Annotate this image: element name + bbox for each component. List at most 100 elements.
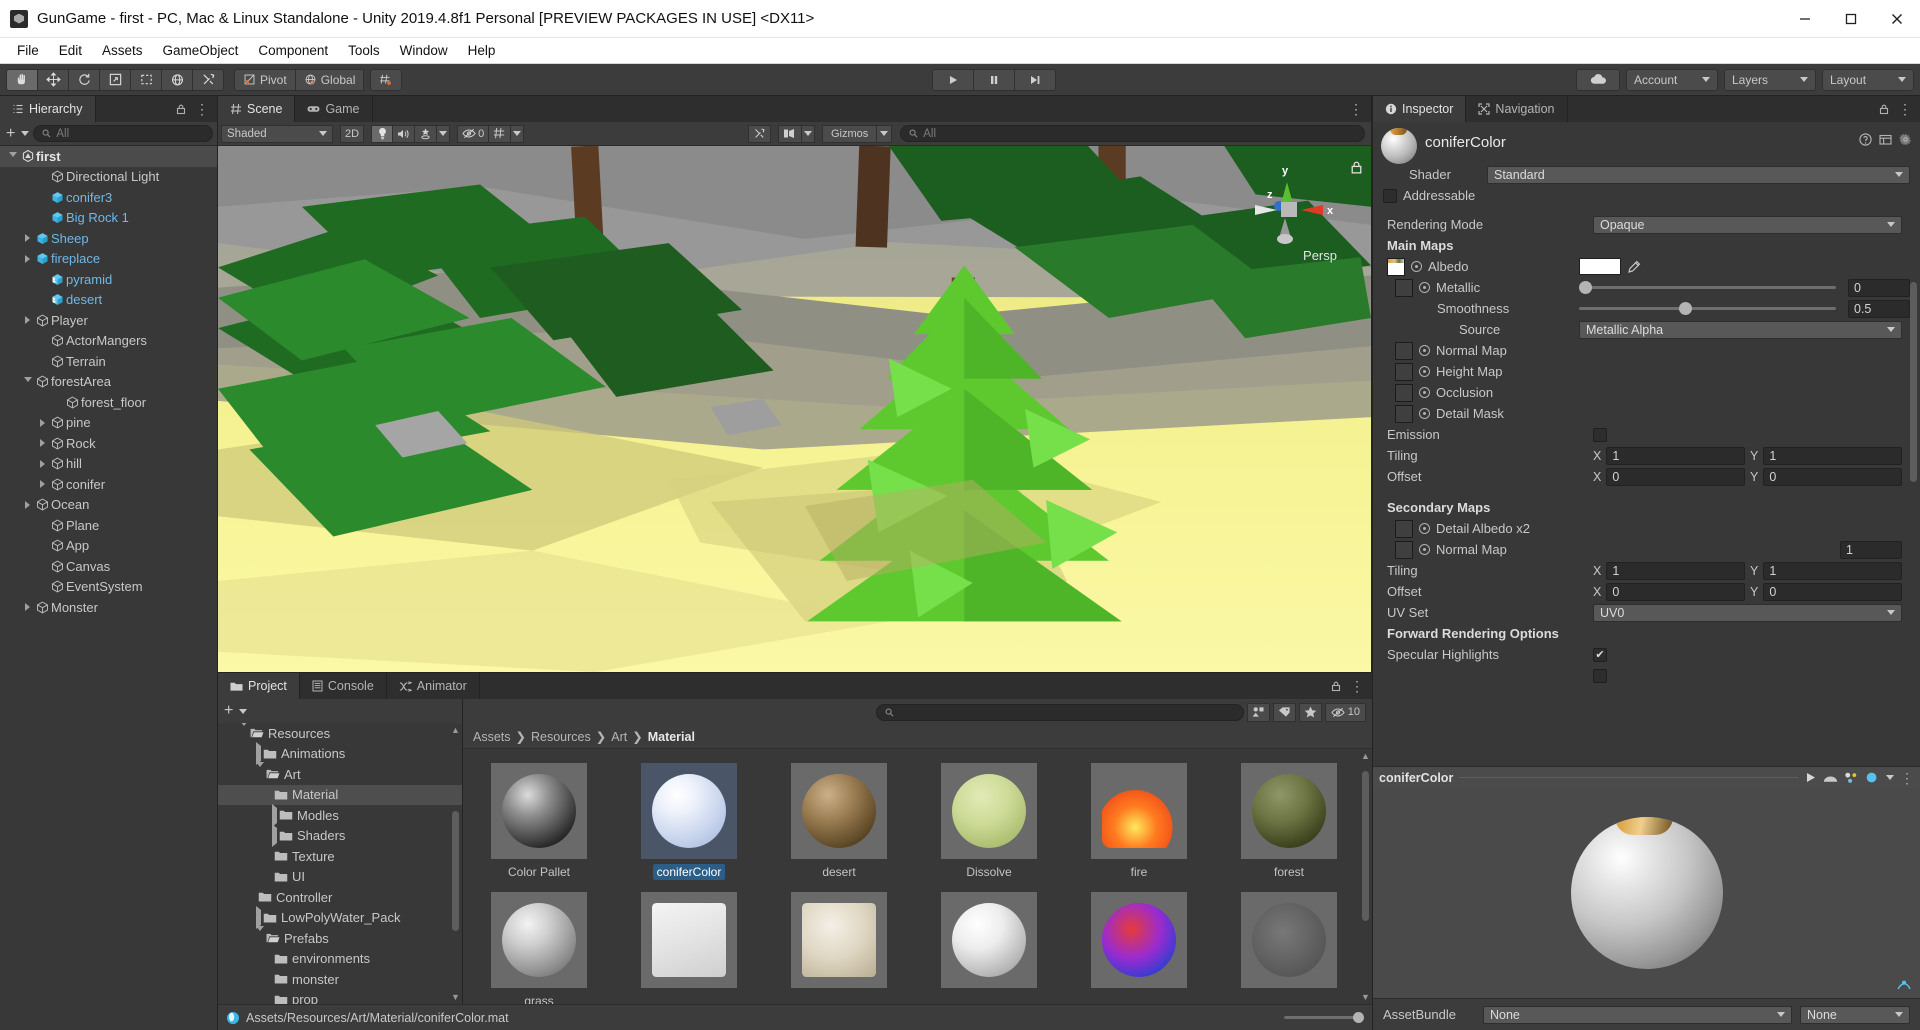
hierarchy-item-desert[interactable]: desert <box>0 290 217 311</box>
global-toggle[interactable]: Global <box>294 68 365 91</box>
breadcrumb-item-assets[interactable]: Assets <box>473 730 511 744</box>
project-folder-controller[interactable]: Controller <box>218 887 462 908</box>
hierarchy-item-forestarea[interactable]: forestArea <box>0 372 217 393</box>
pause-button[interactable] <box>973 68 1016 91</box>
menu-tools[interactable]: Tools <box>339 40 389 61</box>
project-search-input[interactable] <box>875 703 1244 721</box>
asset-thumbnail[interactable] <box>1241 763 1337 859</box>
smoothness-value[interactable]: 0.5 <box>1848 299 1910 318</box>
asset-thumbnail[interactable] <box>1241 892 1337 988</box>
gizmo-persp-label[interactable]: Persp <box>1303 248 1337 263</box>
albedo-radio-icon[interactable] <box>1411 261 1422 272</box>
project-folder-texture[interactable]: Texture <box>218 846 462 867</box>
menu-gameobject[interactable]: GameObject <box>154 40 248 61</box>
height-map-radio-icon[interactable] <box>1419 366 1430 377</box>
chevron-right-icon[interactable] <box>25 234 30 243</box>
project-folder-prefabs[interactable]: Prefabs <box>218 925 462 950</box>
project-folder-resources[interactable]: Resources <box>218 723 462 745</box>
hierarchy-item-first[interactable]: first <box>0 146 217 167</box>
breadcrumb-item-material[interactable]: Material <box>648 730 695 744</box>
create-asset-button[interactable]: + <box>222 703 235 719</box>
rect-tool[interactable] <box>130 68 162 91</box>
project-folder-modles[interactable]: Modles <box>218 803 462 827</box>
chevron-right-icon[interactable] <box>40 459 45 468</box>
scroll-up-arrow[interactable]: ▲ <box>450 725 461 735</box>
minimize-button[interactable] <box>1782 0 1828 38</box>
chevron-down-icon[interactable] <box>256 925 264 950</box>
hierarchy-item-forest-floor[interactable]: forest_floor <box>0 392 217 413</box>
gizmos-dropdown[interactable] <box>876 124 893 143</box>
uv-set-dropdown[interactable]: UV0 <box>1593 603 1902 622</box>
asset-thumbnail[interactable] <box>641 892 737 988</box>
offset-y-value[interactable]: 0 <box>1763 467 1902 486</box>
preview-environment-icon[interactable] <box>1865 771 1880 784</box>
step-button[interactable] <box>1014 68 1057 91</box>
offset-x-value[interactable]: 0 <box>1606 467 1745 486</box>
breadcrumb-item-art[interactable]: Art <box>611 730 627 744</box>
maximize-button[interactable] <box>1828 0 1874 38</box>
tab-scene[interactable]: Scene <box>218 96 296 122</box>
chevron-right-icon[interactable] <box>25 316 30 325</box>
hierarchy-item-actormangers[interactable]: ActorMangers <box>0 331 217 352</box>
hierarchy-item-big-rock-1[interactable]: Big Rock 1 <box>0 208 217 229</box>
sec-tiling-y-value[interactable]: 1 <box>1763 561 1902 580</box>
asset-item[interactable]: coniferColor <box>627 763 751 880</box>
rendering-mode-dropdown[interactable]: Opaque <box>1593 215 1902 234</box>
menu-edit[interactable]: Edit <box>50 40 91 61</box>
asset-item[interactable] <box>1227 892 1351 1004</box>
asset-thumbnail[interactable] <box>1091 763 1187 859</box>
layers-dropdown[interactable]: Layers <box>1724 68 1816 91</box>
project-folder-monster[interactable]: monster <box>218 969 462 990</box>
normal-map-texture-slot[interactable] <box>1395 341 1413 360</box>
scene-viewport[interactable]: y z x Persp <box>218 146 1371 672</box>
emission-checkbox[interactable] <box>1593 427 1607 442</box>
hierarchy-item-canvas[interactable]: Canvas <box>0 556 217 577</box>
asset-thumbnail[interactable] <box>491 763 587 859</box>
kebab-icon[interactable]: ⋮ <box>1900 771 1914 785</box>
chevron-down-icon[interactable] <box>256 761 264 786</box>
hierarchy-item-hill[interactable]: hill <box>0 454 217 475</box>
scene-search-input[interactable]: All <box>900 125 1365 142</box>
albedo-color-swatch[interactable] <box>1579 258 1621 275</box>
close-button[interactable] <box>1874 0 1920 38</box>
hierarchy-item-conifer[interactable]: conifer <box>0 474 217 495</box>
secondary-normal-value[interactable]: 1 <box>1840 540 1902 559</box>
project-folder-shaders[interactable]: Shaders <box>218 824 462 848</box>
eyedropper-icon[interactable] <box>1627 260 1641 274</box>
help-icon[interactable] <box>1859 133 1872 146</box>
lock-icon[interactable] <box>175 103 187 115</box>
tab-navigation[interactable]: Navigation <box>1466 96 1568 122</box>
asset-item[interactable] <box>927 892 1051 1004</box>
menu-component[interactable]: Component <box>249 40 337 61</box>
layout-dropdown[interactable]: Layout <box>1822 68 1914 91</box>
asset-item[interactable]: desert <box>777 763 901 880</box>
asset-item[interactable] <box>777 892 901 1004</box>
secondary-normal-texture-slot[interactable] <box>1395 540 1413 559</box>
albedo-texture-slot[interactable] <box>1387 257 1405 276</box>
hierarchy-item-plane[interactable]: Plane <box>0 515 217 536</box>
asset-thumbnail[interactable] <box>941 892 1037 988</box>
hierarchy-item-sheep[interactable]: Sheep <box>0 228 217 249</box>
menu-assets[interactable]: Assets <box>93 40 152 61</box>
chevron-right-icon[interactable] <box>25 254 30 263</box>
chevron-down-icon[interactable] <box>1886 775 1894 780</box>
lock-icon[interactable] <box>1878 103 1890 115</box>
asset-grid-scrollbar[interactable]: ▲ ▼ <box>1360 749 1371 1004</box>
sec-tiling-x-value[interactable]: 1 <box>1606 561 1745 580</box>
scale-tool[interactable] <box>99 68 131 91</box>
specular-highlights-checkbox[interactable]: ✔ <box>1593 647 1607 662</box>
chevron-down-icon[interactable] <box>23 377 32 386</box>
grid-dropdown[interactable] <box>510 124 525 143</box>
sec-offset-y-value[interactable]: 0 <box>1763 582 1902 601</box>
material-preview[interactable] <box>1373 788 1920 998</box>
audio-icon[interactable] <box>392 124 416 143</box>
chevron-right-icon[interactable] <box>40 418 45 427</box>
thumbnail-zoom-slider[interactable] <box>1284 1012 1364 1023</box>
assetbundle-variant-dropdown[interactable]: None <box>1800 1005 1910 1024</box>
hierarchy-item-player[interactable]: Player <box>0 310 217 331</box>
project-folder-material[interactable]: Material <box>218 784 462 805</box>
hierarchy-item-monster[interactable]: Monster <box>0 597 217 618</box>
inspector-scroll-area[interactable]: coniferColor Shader Standard Addressable… <box>1373 122 1920 766</box>
gizmos-button[interactable]: Gizmos <box>821 124 878 143</box>
asset-thumbnail[interactable] <box>791 892 887 988</box>
